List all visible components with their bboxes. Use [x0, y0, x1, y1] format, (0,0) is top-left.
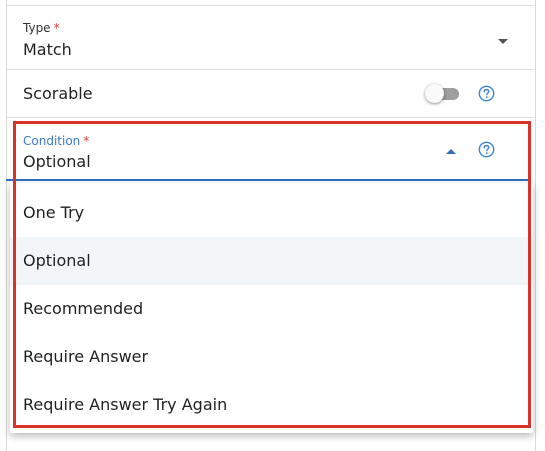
toggle-thumb [425, 84, 444, 103]
required-marker: * [53, 21, 60, 35]
divider [6, 69, 536, 70]
highlight-box [13, 121, 531, 428]
scorable-toggle[interactable] [425, 84, 461, 103]
type-value: Match [23, 40, 72, 59]
chevron-down-icon[interactable] [498, 39, 508, 44]
divider [6, 5, 536, 6]
scorable-label: Scorable [23, 84, 93, 103]
help-circle-icon[interactable] [478, 85, 495, 102]
type-label: Type * [23, 21, 60, 35]
divider [6, 117, 536, 118]
